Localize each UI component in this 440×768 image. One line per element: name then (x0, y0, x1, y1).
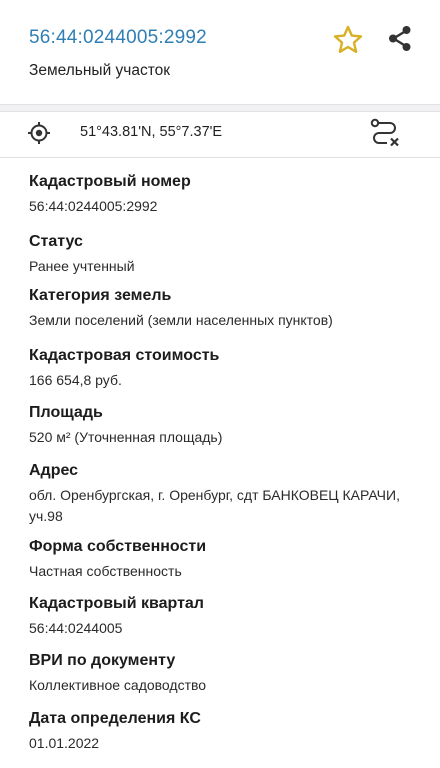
field-label: Статус (29, 233, 83, 250)
field-value: обл. Оренбургская, г. Оренбург, сдт БАНК… (29, 487, 400, 524)
coordinates-row[interactable]: 51°43.81'N, 55°7.37'E (0, 112, 440, 157)
field-value: Ранее учтенный (29, 258, 135, 274)
field-value: 01.01.2022 (29, 735, 100, 751)
field-area: Площадь 520 м² (Уточненная площадь) (29, 403, 429, 447)
field-label: Адрес (29, 462, 79, 479)
field-ownership-form: Форма собственности Частная собственност… (29, 537, 429, 581)
field-permitted-use: ВРИ по документу Коллективное садоводств… (29, 651, 429, 695)
field-value: 56:44:0244005:2992 (29, 198, 158, 214)
section-divider (0, 104, 440, 112)
star-icon[interactable] (332, 24, 364, 56)
field-status: Статус Ранее учтенный (29, 232, 429, 276)
field-cadastral-value: Кадастровая стоимость 166 654,8 руб. (29, 346, 429, 390)
field-cadastral-number: Кадастровый номер 56:44:0244005:2992 (29, 172, 429, 216)
header: 56:44:0244005:2992 Земельный участок (0, 0, 440, 104)
field-label: Форма собственности (29, 538, 207, 555)
cadastral-number-title[interactable]: 56:44:0244005:2992 (29, 27, 207, 49)
field-label: Кадастровый номер (29, 173, 191, 190)
field-value: Земли поселений (земли населенных пункто… (29, 312, 333, 328)
field-label: Кадастровый квартал (29, 595, 204, 612)
object-type: Земельный участок (29, 62, 171, 79)
field-value: Коллективное садоводство (29, 677, 207, 693)
field-address: Адрес обл. Оренбургская, г. Оренбург, сд… (29, 461, 429, 527)
field-cadastral-quarter: Кадастровый квартал 56:44:0244005 (29, 594, 429, 638)
field-value: 520 м² (Уточненная площадь) (29, 429, 223, 445)
coordinates-divider (0, 157, 440, 158)
field-value: 166 654,8 руб. (29, 372, 122, 388)
coordinates-text[interactable]: 51°43.81'N, 55°7.37'E (80, 124, 222, 140)
field-value[interactable]: 56:44:0244005 (29, 618, 429, 638)
field-label: Площадь (29, 404, 103, 421)
field-label: Кадастровая стоимость (29, 347, 220, 364)
field-label: Категория земель (29, 287, 172, 304)
field-value: Частная собственность (29, 563, 182, 579)
share-icon[interactable] (385, 24, 415, 54)
field-land-category: Категория земель Земли поселений (земли … (29, 286, 429, 330)
field-label: ВРИ по документу (29, 652, 176, 669)
gps-target-icon[interactable] (27, 121, 51, 145)
field-valuation-date: Дата определения КС 01.01.2022 (29, 709, 429, 753)
field-label: Дата определения КС (29, 710, 201, 727)
route-icon[interactable] (368, 117, 402, 149)
